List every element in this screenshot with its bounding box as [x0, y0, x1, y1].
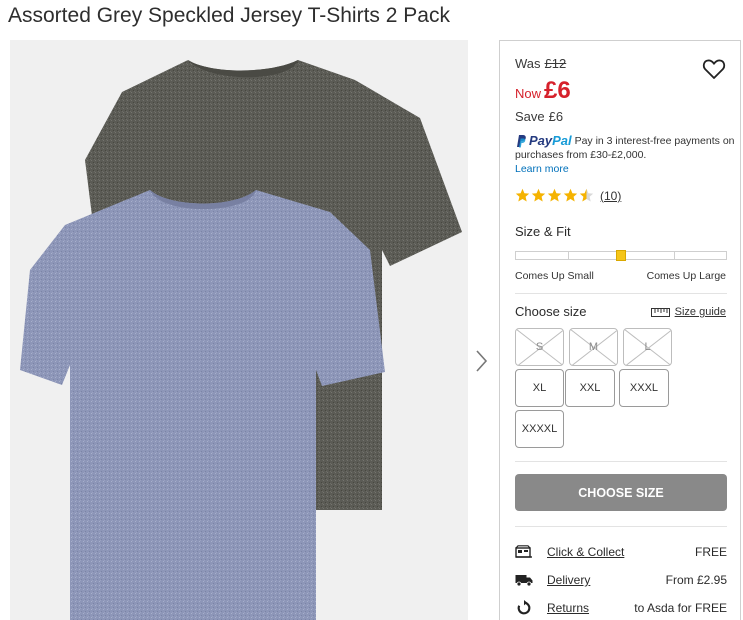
save-value: £6	[548, 109, 564, 124]
now-value: £6	[544, 77, 571, 104]
ruler-icon	[650, 307, 670, 317]
size-label: XXXL	[629, 382, 659, 394]
review-count-link[interactable]: (10)	[600, 189, 621, 203]
size-option-xl[interactable]: XL	[515, 369, 564, 407]
delivery-link[interactable]: Delivery	[547, 573, 590, 587]
fit-scale-tick	[568, 252, 569, 259]
now-label: Now	[515, 86, 542, 101]
click-collect-link[interactable]: Click & Collect	[547, 545, 624, 559]
tshirts-image	[10, 40, 468, 620]
now-price: Now £6	[515, 77, 571, 105]
size-option-l[interactable]: L	[623, 328, 672, 366]
save-amount: Save £6	[515, 109, 563, 124]
size-fit-scale	[515, 250, 727, 261]
paypal-p-icon	[517, 135, 526, 148]
size-label: XXL	[579, 382, 601, 394]
next-image-chevron-icon[interactable]	[474, 348, 490, 374]
size-label: M	[588, 341, 599, 353]
store-icon	[515, 545, 532, 558]
paypal-pay: Pay	[529, 133, 553, 149]
click-collect-value: FREE	[694, 545, 727, 559]
paypal-learn-more-link[interactable]: Learn more	[515, 162, 735, 176]
service-click-collect: Click & Collect FREE	[515, 543, 727, 561]
wishlist-heart-icon[interactable]	[702, 58, 726, 80]
size-option-xxxl[interactable]: XXXL	[619, 369, 669, 407]
size-label: XL	[532, 382, 547, 394]
paypal-pal: Pal	[552, 133, 572, 149]
choose-size-button[interactable]: CHOOSE SIZE	[515, 474, 727, 511]
paypal-message: Pay Pal Pay in 3 interest-free payments o…	[515, 134, 735, 176]
size-label: S	[535, 341, 544, 353]
product-title: Assorted Grey Speckled Jersey T-Shirts 2…	[8, 4, 450, 27]
size-option-m[interactable]: M	[569, 328, 618, 366]
service-delivery: Delivery From £2.95	[515, 571, 727, 589]
size-guide-text: Size guide	[674, 306, 726, 318]
was-price: Was £12	[515, 56, 566, 71]
star-icon	[515, 188, 530, 202]
was-label: Was	[515, 56, 541, 71]
star-icon	[563, 188, 578, 202]
divider	[515, 293, 727, 294]
star-rating	[515, 188, 594, 203]
star-icon	[547, 188, 562, 202]
service-returns: Returns to Asda for FREE	[515, 599, 727, 617]
size-fit-label: Size & Fit	[515, 224, 571, 239]
returns-icon	[517, 600, 531, 615]
star-icon	[531, 188, 546, 202]
size-option-xxl[interactable]: XXL	[565, 369, 615, 407]
divider	[515, 461, 727, 462]
choose-size-label: Choose size	[515, 304, 587, 319]
purchase-panel: Was £12 Now £6 Save £6 Pay Pal Pay in 3 inte…	[499, 40, 741, 620]
delivery-value: From £2.95	[665, 573, 727, 587]
returns-link[interactable]: Returns	[547, 601, 589, 615]
size-label: L	[644, 341, 651, 353]
size-option-xxxxl[interactable]: XXXXL	[515, 410, 564, 448]
star-icon	[579, 188, 594, 202]
paypal-logo: Pay Pal	[515, 134, 572, 148]
product-image[interactable]	[10, 40, 468, 620]
save-label: Save	[515, 109, 545, 124]
size-label: XXXXL	[521, 423, 558, 435]
fit-large-label: Comes Up Large	[646, 270, 726, 282]
rating[interactable]: (10)	[515, 188, 621, 203]
truck-icon	[515, 575, 533, 587]
was-value: £12	[544, 56, 567, 71]
returns-value: to Asda for FREE	[634, 601, 727, 615]
fit-indicator	[616, 250, 626, 261]
divider	[515, 526, 727, 527]
size-guide-link[interactable]: Size guide	[650, 306, 726, 318]
fit-scale-tick	[674, 252, 675, 259]
size-option-s[interactable]: S	[515, 328, 564, 366]
fit-small-label: Comes Up Small	[515, 270, 594, 282]
